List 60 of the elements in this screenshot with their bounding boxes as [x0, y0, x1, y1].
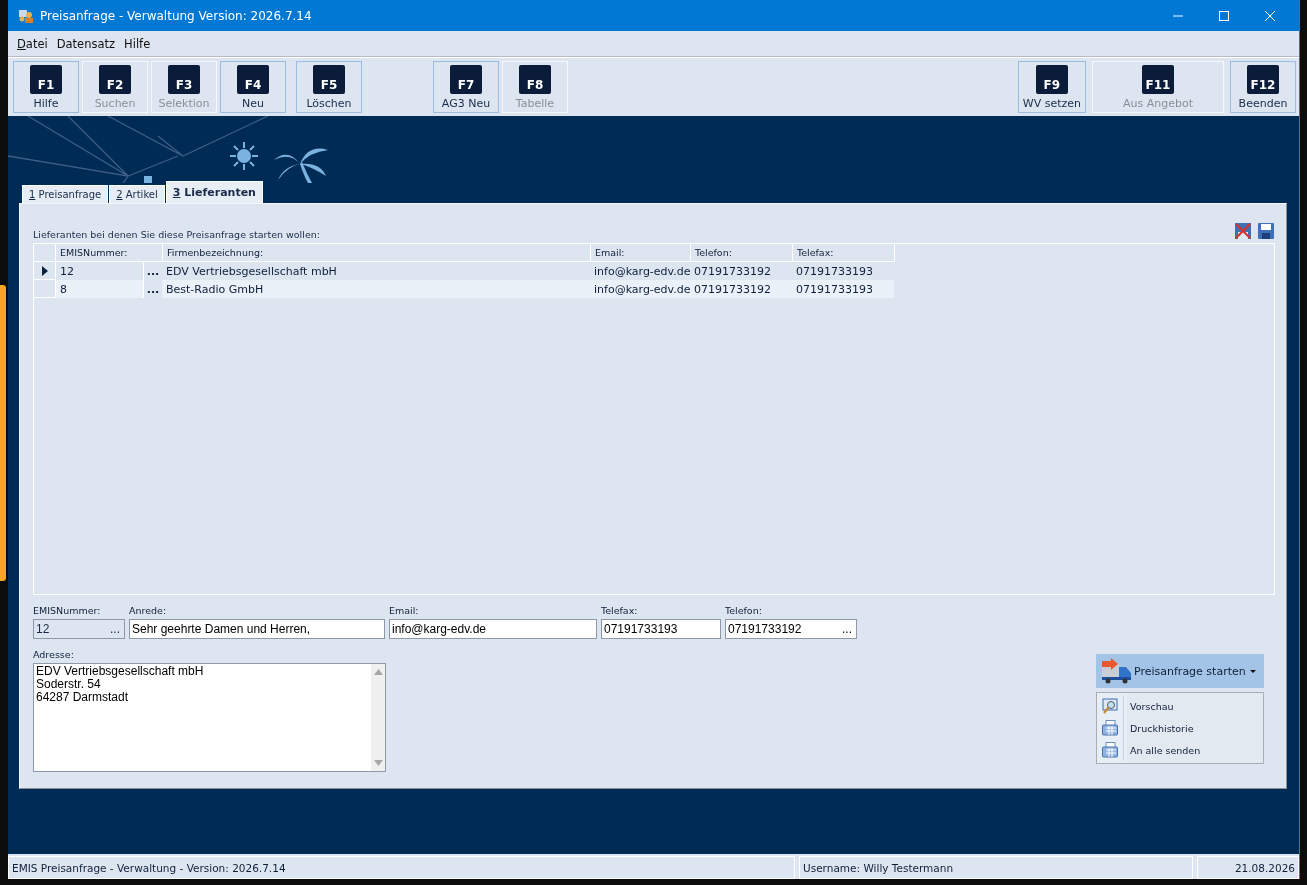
field-label: Adresse:: [33, 648, 75, 662]
tab[interactable]: 1 Preisanfrage: [22, 185, 109, 203]
row-header[interactable]: [34, 262, 56, 280]
app-icon: [18, 7, 34, 24]
table-cell: 07191733193: [792, 280, 894, 298]
printer-icon: [1102, 742, 1118, 758]
status-text: 21.08.2026: [1197, 856, 1299, 879]
toolbar-button[interactable]: F7 AG3 Neu: [433, 61, 499, 113]
magnifier-icon: [1102, 698, 1118, 714]
field-label: Telefon:: [725, 604, 763, 618]
table-cell-text: 12: [59, 263, 75, 280]
field-label: Anrede:: [129, 604, 168, 618]
window-title: Preisanfrage - Verwaltung Version: 2026.7.14: [40, 8, 312, 23]
toolbar-button[interactable]: F9 WV setzen: [1017, 61, 1086, 113]
menu-item[interactable]: Hilfe: [124, 36, 151, 51]
toolbar-button[interactable]: F5 Löschen: [296, 61, 362, 113]
caret-icon: [1250, 669, 1256, 673]
delete-icon[interactable]: [1234, 222, 1252, 240]
tab[interactable]: 3 Lieferanten: [165, 181, 263, 203]
close-icon[interactable]: [1265, 10, 1275, 21]
status-text: EMIS Preisanfrage - Verwaltung - Version: 2026.7.14: [8, 856, 795, 879]
input-field[interactable]: Sehr geehrte Damen und Herren,: [129, 619, 385, 639]
menu-item[interactable]: Vorschau: [1130, 700, 1174, 712]
grid-caption: Lieferanten bei denen Sie diese Preisanfrage starten wollen:: [33, 229, 320, 242]
truck-icon: [1100, 658, 1132, 684]
input-field[interactable]: 12 ...: [33, 619, 125, 639]
input-field[interactable]: info@karg-edv.de: [389, 619, 597, 639]
save-icon[interactable]: [1257, 222, 1275, 240]
maximize-icon[interactable]: [1219, 10, 1229, 21]
table-cell: Best-Radio GmbH: [162, 280, 590, 298]
table-cell-text: EDV Vertriebsgesellschaft mbH: [165, 263, 338, 280]
menu-item[interactable]: Datei: [17, 36, 48, 51]
column-header: Telefax:: [793, 244, 895, 262]
table-cell: info@karg-edv.de: [590, 280, 690, 298]
menu-item[interactable]: Datensatz: [56, 36, 116, 51]
toolbar-button[interactable]: F1 Hilfe: [13, 61, 79, 113]
field-label: Email:: [389, 604, 420, 618]
printer-icon: [1102, 720, 1118, 736]
lookup-button[interactable]: ...: [143, 280, 162, 298]
lookup-button[interactable]: ...: [143, 262, 162, 280]
input-field[interactable]: 07191733193: [601, 619, 721, 639]
menu-item[interactable]: Druckhistorie: [1130, 722, 1194, 734]
input-field[interactable]: 07191733192 ...: [725, 619, 857, 639]
column-header: Telefon:: [691, 244, 793, 262]
toolbar-button[interactable]: F12 Beenden: [1230, 61, 1296, 113]
status-text: Username: Willy Testermann: [799, 856, 1193, 879]
toolbar-button[interactable]: F4 Neu: [220, 61, 286, 113]
table-cell-text: 07191733192: [693, 263, 772, 280]
column-header: Email:: [591, 244, 691, 262]
table-cell: 07191733192: [690, 280, 792, 298]
menu-item[interactable]: An alle senden: [1130, 744, 1201, 756]
table-cell-text: info@karg-edv.de: [593, 263, 690, 280]
tab[interactable]: 2 Artikel: [109, 185, 165, 203]
current-row-icon: [41, 265, 48, 276]
table-cell: 8: [56, 280, 143, 298]
table-cell-text: 07191733193: [795, 263, 874, 280]
start-request-button[interactable]: Preisanfrage starten: [1096, 654, 1264, 688]
column-header: Firmenbezeichnung:: [163, 244, 591, 262]
field-label: Telefax:: [601, 604, 639, 618]
field-label: EMISNummer:: [33, 604, 102, 618]
